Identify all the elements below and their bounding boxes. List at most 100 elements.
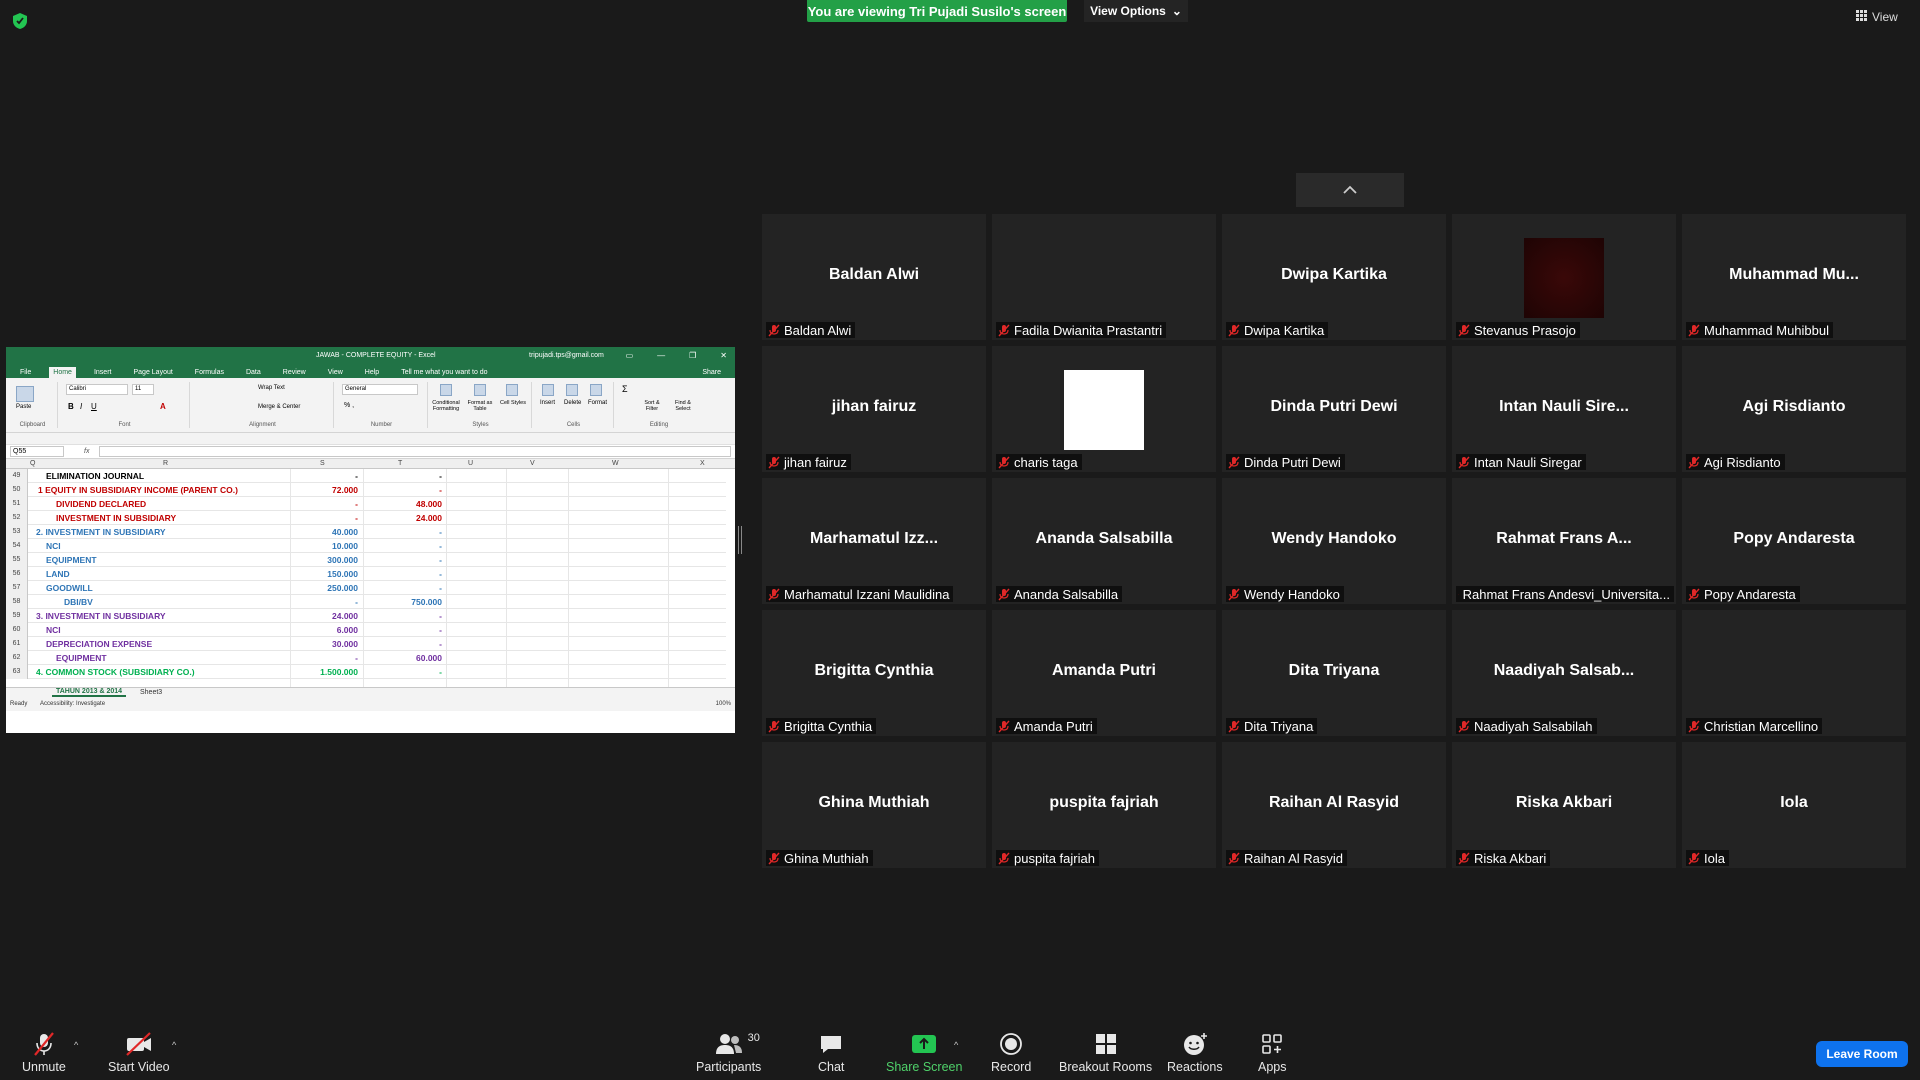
participant-tile[interactable]: Fadila Dwianita Prastantri (992, 214, 1216, 340)
col-header-u[interactable]: U (468, 460, 473, 467)
row-number[interactable]: 57 (6, 581, 28, 595)
tab-home[interactable]: Home (49, 367, 76, 378)
participant-tile[interactable]: Stevanus Prasojo (1452, 214, 1676, 340)
underline-button[interactable]: U (91, 402, 97, 411)
number-format-field[interactable]: General (342, 384, 418, 395)
debit-cell[interactable]: - (288, 653, 358, 663)
credit-cell[interactable]: 48.000 (364, 499, 442, 509)
debit-cell[interactable]: - (288, 513, 358, 523)
credit-cell[interactable]: - (364, 485, 442, 495)
table-row[interactable]: 55 EQUIPMENT 300.000- (6, 553, 726, 567)
col-header-w[interactable]: W (612, 460, 619, 467)
sheet-tab-tahun[interactable]: TAHUN 2013 & 2014 (52, 688, 127, 697)
participant-tile[interactable]: puspita fajriah puspita fajriah (992, 742, 1216, 868)
credit-cell[interactable]: - (364, 569, 442, 579)
tell-me-box[interactable]: Tell me what you want to do (397, 367, 491, 378)
participant-tile[interactable]: Marhamatul Izz... Marhamatul Izzani Mauli… (762, 478, 986, 604)
table-row[interactable]: 50 1 EQUITY IN SUBSIDIARY INCOME (PARENT … (6, 483, 726, 497)
view-options-button[interactable]: View Options ⌄ (1084, 0, 1188, 22)
debit-cell[interactable]: 40.000 (288, 527, 358, 537)
credit-cell[interactable]: - (364, 555, 442, 565)
credit-cell[interactable]: - (364, 471, 442, 481)
table-row[interactable]: 49 ELIMINATION JOURNAL - - (6, 469, 726, 483)
table-row[interactable]: 57 GOODWILL 250.000- (6, 581, 726, 595)
tab-data[interactable]: Data (242, 367, 265, 378)
accessibility-status[interactable]: Accessibility: Investigate (40, 701, 105, 707)
debit-cell[interactable]: 24.000 (288, 611, 358, 621)
row-number[interactable]: 51 (6, 497, 28, 511)
tab-view[interactable]: View (324, 367, 347, 378)
tab-help[interactable]: Help (361, 367, 383, 378)
bold-button[interactable]: B (68, 402, 74, 411)
row-number[interactable]: 56 (6, 567, 28, 581)
col-header-v[interactable]: V (530, 460, 535, 467)
tab-review[interactable]: Review (279, 367, 310, 378)
participant-tile[interactable]: jihan fairuz jihan fairuz (762, 346, 986, 472)
font-color-icon[interactable]: A (160, 402, 166, 411)
chat-button[interactable]: Chat (818, 1030, 844, 1074)
debit-cell[interactable]: 150.000 (288, 569, 358, 579)
participant-tile[interactable]: Riska Akbari Riska Akbari (1452, 742, 1676, 868)
excel-share-button[interactable]: Share (698, 367, 725, 378)
credit-cell[interactable]: 24.000 (364, 513, 442, 523)
gallery-collapse-button[interactable] (1296, 173, 1404, 207)
row-number[interactable]: 50 (6, 483, 28, 497)
debit-cell[interactable]: 10.000 (288, 541, 358, 551)
debit-cell[interactable]: - (288, 597, 358, 607)
table-row[interactable]: 53 2. INVESTMENT IN SUBSIDIARY 40.000- (6, 525, 726, 539)
participant-tile[interactable]: Agi Risdianto Agi Risdianto (1682, 346, 1906, 472)
col-header-s[interactable]: S (320, 460, 325, 467)
tab-file[interactable]: File (16, 367, 35, 378)
merge-center-button[interactable]: Merge & Center (258, 404, 300, 410)
table-row[interactable]: 59 3. INVESTMENT IN SUBSIDIARY 24.000- (6, 609, 726, 623)
unmute-button[interactable]: Unmute (22, 1030, 66, 1074)
autosum-icon[interactable]: Σ (622, 384, 628, 394)
row-number[interactable]: 63 (6, 665, 28, 679)
table-row[interactable]: 56 LAND 150.000- (6, 567, 726, 581)
participant-tile[interactable]: Iola Iola (1682, 742, 1906, 868)
credit-cell[interactable]: 750.000 (364, 597, 442, 607)
insert-cells-icon[interactable] (542, 384, 554, 396)
table-row[interactable]: 63 4. COMMON STOCK (SUBSIDIARY CO.) 1.500.… (6, 665, 726, 679)
participant-tile[interactable]: Christian Marcellino (1682, 610, 1906, 736)
table-row[interactable]: 54 NCI 10.000- (6, 539, 726, 553)
tab-formulas[interactable]: Formulas (191, 367, 228, 378)
credit-cell[interactable]: - (364, 583, 442, 593)
zoom-level[interactable]: 100% (716, 701, 731, 707)
view-layout-button[interactable]: View (1856, 10, 1898, 24)
row-number[interactable]: 54 (6, 539, 28, 553)
participants-button[interactable]: 30 Participants (696, 1030, 761, 1074)
col-header-r[interactable]: R (163, 460, 168, 467)
formula-input[interactable] (99, 446, 731, 457)
conditional-formatting-icon[interactable] (440, 384, 452, 396)
format-table-icon[interactable] (474, 384, 486, 396)
col-header-q[interactable]: Q (30, 460, 35, 467)
security-shield-icon[interactable] (12, 12, 28, 30)
apps-button[interactable]: Apps (1258, 1030, 1287, 1074)
sheet-tab-sheet3[interactable]: Sheet3 (140, 689, 162, 696)
debit-cell[interactable]: - (288, 471, 358, 481)
breakout-rooms-button[interactable]: Breakout Rooms (1059, 1030, 1152, 1074)
font-size-field[interactable]: 11 (132, 384, 154, 395)
participant-tile[interactable]: Popy Andaresta Popy Andaresta (1682, 478, 1906, 604)
table-row[interactable]: 61 DEPRECIATION EXPENSE 30.000- (6, 637, 726, 651)
participant-tile[interactable]: Dwipa Kartika Dwipa Kartika (1222, 214, 1446, 340)
delete-cells-icon[interactable] (566, 384, 578, 396)
debit-cell[interactable]: 6.000 (288, 625, 358, 635)
row-number[interactable]: 58 (6, 595, 28, 609)
record-button[interactable]: Record (991, 1030, 1031, 1074)
table-row[interactable]: 51 DIVIDEND DECLARED -48.000 (6, 497, 726, 511)
table-row[interactable]: 60 NCI 6.000- (6, 623, 726, 637)
credit-cell[interactable]: - (364, 625, 442, 635)
cell-styles-icon[interactable] (506, 384, 518, 396)
credit-cell[interactable]: - (364, 639, 442, 649)
share-options-caret-icon[interactable]: ^ (954, 1040, 958, 1050)
format-cells-icon[interactable] (590, 384, 602, 396)
row-number[interactable]: 52 (6, 511, 28, 525)
worksheet-grid[interactable]: 49 ELIMINATION JOURNAL - -50 1 EQUITY IN SUB… (6, 469, 735, 687)
row-number[interactable]: 55 (6, 553, 28, 567)
audio-options-caret-icon[interactable]: ^ (74, 1040, 78, 1050)
wrap-text-button[interactable]: Wrap Text (258, 385, 285, 391)
resize-handle[interactable] (738, 526, 742, 554)
row-number[interactable]: 53 (6, 525, 28, 539)
